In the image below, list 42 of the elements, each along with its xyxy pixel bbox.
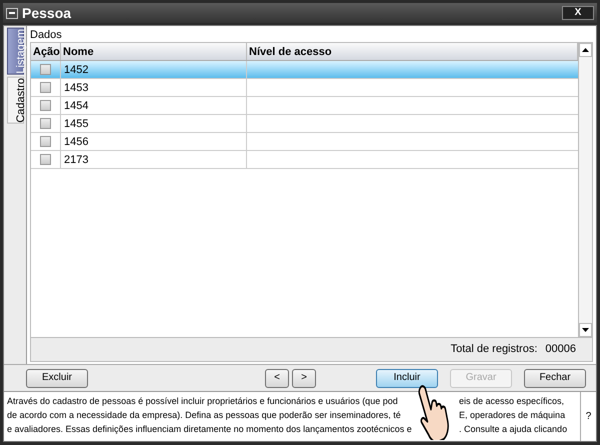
- help-text: e avaliadores. Essas definições influenciam diretamente no momento dos lançamentos zootécnicos e: [7, 423, 413, 436]
- side-tab[interactable]: Cadastro: [6, 76, 24, 124]
- table-cell: 1453: [61, 79, 247, 96]
- table-cell: 1454: [61, 97, 247, 114]
- scroll-down-icon[interactable]: [579, 323, 592, 337]
- column-header[interactable]: Nome: [61, 43, 247, 60]
- table-cell: 1455: [61, 115, 247, 132]
- action-button[interactable]: Fechar: [524, 368, 586, 388]
- total-label: Total de registros:: [450, 342, 538, 358]
- table-row[interactable]: 1454: [31, 97, 578, 115]
- table-row[interactable]: 1453: [31, 79, 578, 97]
- nav-button[interactable]: <: [265, 368, 289, 388]
- table-cell: 1452: [61, 61, 247, 78]
- action-button[interactable]: Incluir: [376, 368, 438, 388]
- group-label: Dados: [30, 28, 63, 42]
- help-text: de acordo com a necessidade da empresa). Defina as pessoas que poderão ser inseminadores, té: [7, 409, 402, 422]
- action-button[interactable]: Excluir: [26, 368, 88, 388]
- scroll-up-icon[interactable]: [579, 43, 592, 57]
- table-row[interactable]: 1456: [31, 133, 578, 151]
- table-row[interactable]: 2173: [31, 151, 578, 169]
- column-header[interactable]: Ação: [31, 43, 61, 60]
- table-cell: 1456: [61, 133, 247, 150]
- close-button[interactable]: X: [562, 6, 594, 20]
- row-checkbox[interactable]: [40, 154, 51, 165]
- row-checkbox[interactable]: [40, 118, 51, 129]
- table-row[interactable]: 1452: [31, 61, 578, 79]
- help-button[interactable]: ?: [580, 392, 596, 441]
- table-cell: 2173: [61, 151, 247, 168]
- help-text: . Consulte a ajuda clicando: [459, 423, 568, 436]
- window-title: Pessoa: [22, 4, 72, 22]
- table-row[interactable]: 1455: [31, 115, 578, 133]
- help-text: eis de acesso específicos,: [459, 395, 566, 408]
- row-checkbox[interactable]: [40, 136, 51, 147]
- total-value: 00006: [545, 342, 576, 358]
- help-text: Através do cadastro de pessoas é possível incluir proprietários e funcionários e usuários (que pod: [7, 395, 399, 408]
- row-checkbox[interactable]: [40, 64, 51, 75]
- row-checkbox[interactable]: [40, 100, 51, 111]
- row-checkbox[interactable]: [40, 82, 51, 93]
- scrollbar[interactable]: [578, 43, 592, 337]
- window-menu-icon[interactable]: [6, 8, 18, 18]
- nav-button[interactable]: >: [292, 368, 316, 388]
- help-text: E, operadores de máquina: [459, 409, 566, 422]
